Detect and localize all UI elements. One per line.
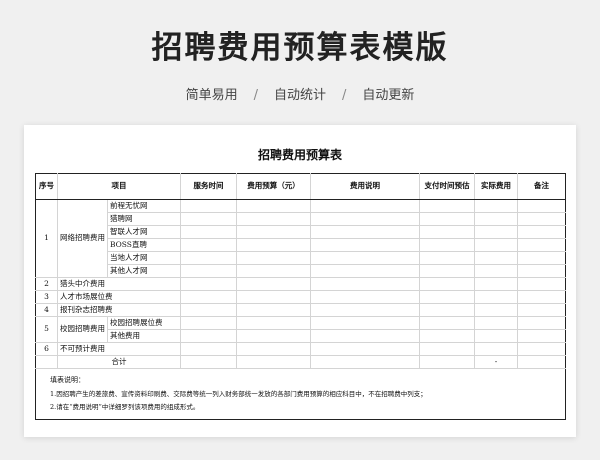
row-no: 3 <box>35 290 58 304</box>
col-header-item: 项目 <box>57 173 181 200</box>
row-no: 2 <box>35 277 58 291</box>
feature-auto-stats: 自动统计 <box>273 88 326 103</box>
item-label: 前程无忧网 <box>107 199 181 213</box>
row-no: 6 <box>35 342 58 356</box>
table-row: 猎聘网 <box>36 212 566 226</box>
table-row: 1 网络招聘费用 前程无忧网 <box>35 199 566 278</box>
table-row: 3 人才市场展位费 <box>35 290 566 304</box>
col-header-no: 序号 <box>35 173 58 200</box>
group-label: 校园招聘费用 <box>57 316 108 343</box>
total-label: 合计 <box>57 355 181 369</box>
sheet-title: 招聘费用预算表 <box>257 148 342 162</box>
page-title: 招聘费用预算表模版 <box>151 30 449 66</box>
item-label: 猎聘网 <box>107 212 181 226</box>
item-label: 报刊杂志招聘费 <box>57 303 181 317</box>
item-label: 人才市场展位费 <box>57 290 181 304</box>
col-header-actual-cost: 实际费用 <box>474 173 518 200</box>
feature-easy: 简单易用 <box>185 88 238 103</box>
table-row: 2 猎头中介费用 <box>35 277 566 291</box>
col-header-budget: 费用预算（元） <box>236 173 311 200</box>
item-label: 其他人才网 <box>107 264 181 278</box>
col-header-remarks: 备注 <box>517 173 566 200</box>
item-label: 校园招聘展位费 <box>107 316 181 330</box>
notes-title: 填表说明： <box>50 376 85 384</box>
table-header-row: 序号 项目 服务时间 费用预算（元） 费用说明 支付时间预估 实际费用 备注 <box>35 173 566 200</box>
col-header-service-time: 服务时间 <box>180 173 237 200</box>
item-label: 不可预计费用 <box>57 342 181 356</box>
group-label: 网络招聘费用 <box>57 199 108 278</box>
item-label: 猎头中介费用 <box>57 277 181 291</box>
note-line: 1.因招聘产生的差旅费、宣传资料印刷费、交际费等统一列入财务部统一发放的各部门费… <box>50 390 427 398</box>
item-label: 智联人才网 <box>107 225 181 239</box>
feature-separator: / <box>342 88 347 103</box>
table-row: 当地人才网 <box>36 251 566 265</box>
feature-separator: / <box>253 88 258 103</box>
note-line: 2.请在“费用说明”中详细罗列该项费用的组成形式。 <box>50 403 200 411</box>
feature-list: 简单易用 / 自动统计 / 自动更新 <box>0 84 600 103</box>
col-header-payment-time: 支付时间预估 <box>419 173 475 200</box>
table-row: 其他费用 <box>36 329 566 343</box>
item-label: 其他费用 <box>107 329 181 343</box>
spreadsheet-preview: 招聘费用预算表 序号 项目 服务时间 费用预算（元） 费用说明 支付时间预估 实… <box>24 125 576 437</box>
feature-auto-update: 自动更新 <box>362 88 415 103</box>
budget-table: 序号 项目 服务时间 费用预算（元） 费用说明 支付时间预估 实际费用 备注 1… <box>35 173 566 420</box>
notes-row: 填表说明： 1.因招聘产生的差旅费、宣传资料印刷费、交际费等统一列入财务部统一发… <box>35 368 566 420</box>
col-header-description: 费用说明 <box>310 173 420 200</box>
table-row: BOSS直聘 <box>36 238 566 252</box>
table-row: 5 校园招聘费用 校园招聘展位费 <box>35 316 566 343</box>
row-no: 5 <box>35 316 58 343</box>
row-no: 4 <box>35 303 58 317</box>
row-no: 1 <box>35 199 58 278</box>
table-row: 4 报刊杂志招聘费 <box>35 303 566 317</box>
item-label: BOSS直聘 <box>107 238 181 252</box>
table-row: 智联人才网 <box>36 225 566 239</box>
notes-cell: 填表说明： 1.因招聘产生的差旅费、宣传资料印刷费、交际费等统一列入财务部统一发… <box>35 368 566 420</box>
item-label: 当地人才网 <box>107 251 181 265</box>
table-row: 6 不可预计费用 <box>35 342 566 356</box>
total-actual-cost: - <box>474 355 518 369</box>
table-row: 其他人才网 <box>36 264 566 278</box>
total-row: 合计 - <box>35 355 566 369</box>
